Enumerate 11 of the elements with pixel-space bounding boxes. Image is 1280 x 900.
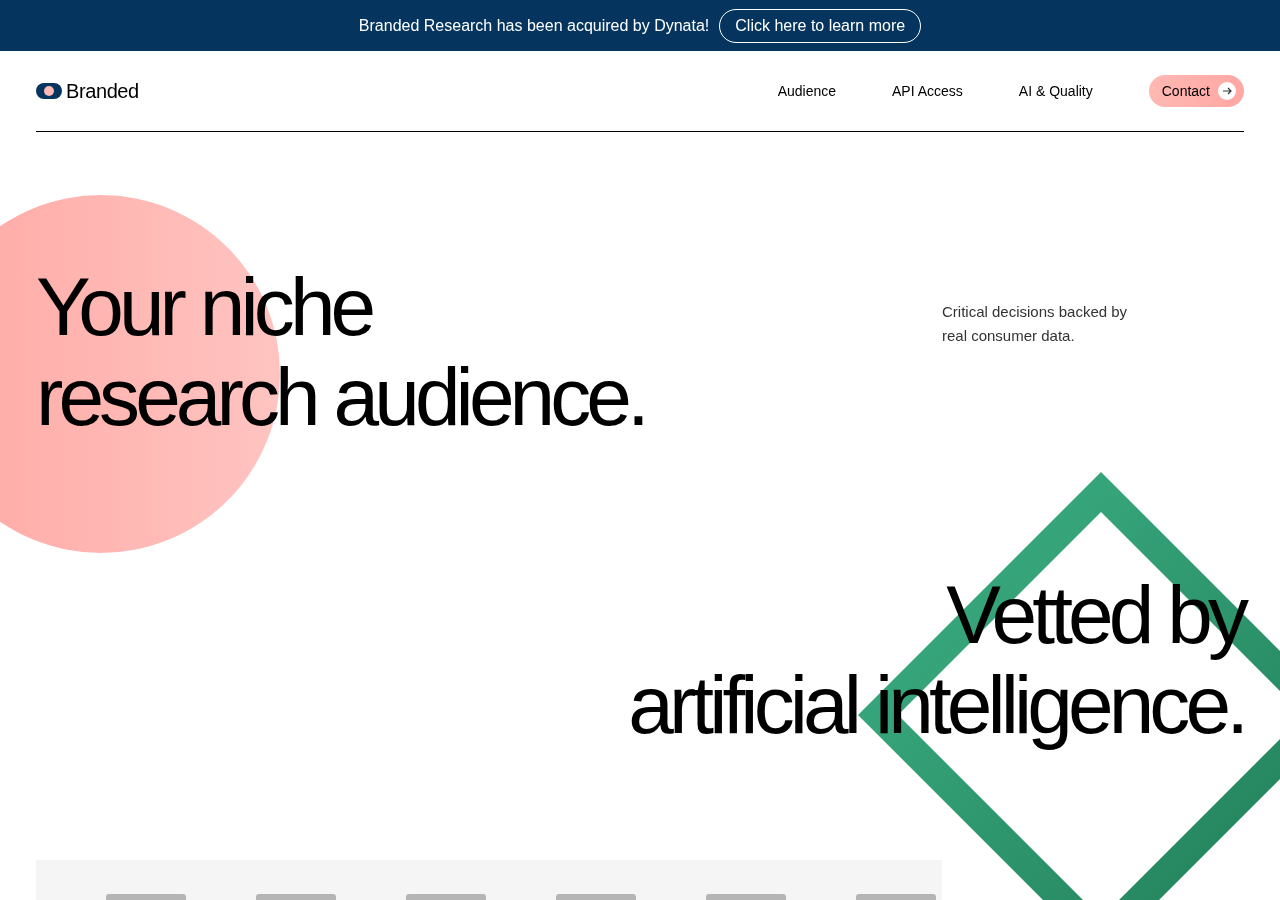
nav-link[interactable]: API Access bbox=[892, 80, 963, 102]
nav-link[interactable]: AI & Quality bbox=[1018, 80, 1093, 102]
arrow-right-icon bbox=[1218, 82, 1236, 100]
announcement-text: Branded Research has been acquired by Dynata! bbox=[358, 15, 710, 36]
hero-subtitle: Critical decisions backed by real consumer data. bbox=[942, 302, 1129, 346]
logo-mark-icon bbox=[36, 83, 62, 99]
contact-button[interactable]: Contact bbox=[1148, 75, 1244, 107]
nav-link[interactable]: Audience bbox=[777, 80, 836, 102]
brand-logo[interactable]: Branded bbox=[36, 76, 139, 106]
logo-text: Branded bbox=[66, 79, 139, 104]
hero-headline: Your niche research audience. bbox=[36, 262, 646, 442]
